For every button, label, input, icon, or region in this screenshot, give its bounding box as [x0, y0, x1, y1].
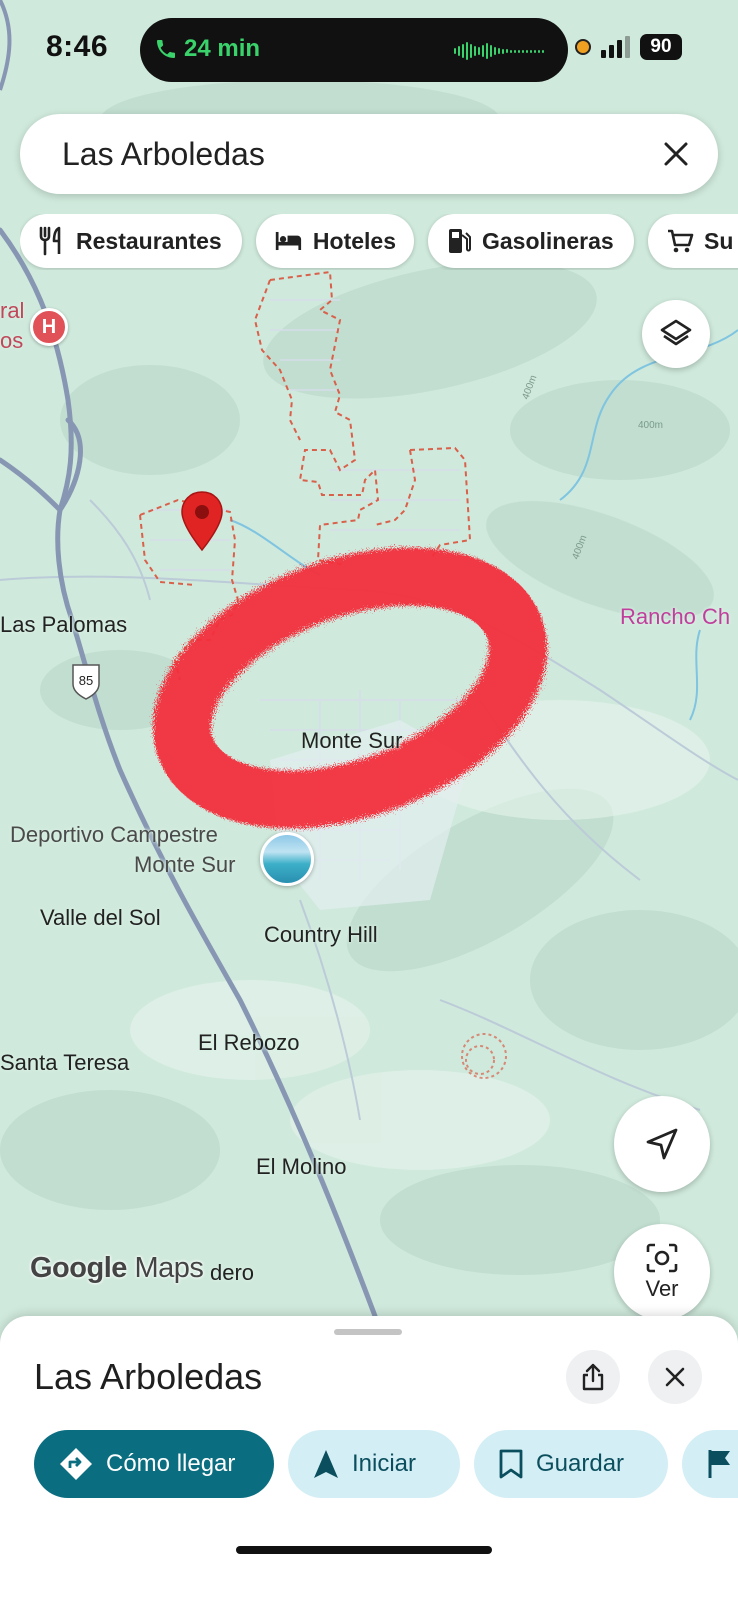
gas-station-icon [449, 229, 471, 253]
directions-label: Cómo llegar [106, 1450, 236, 1477]
place-label-deportivo-line1[interactable]: Deportivo Campestre [10, 822, 218, 848]
status-indicators: 90 [575, 34, 682, 60]
chip-label: Restaurantes [76, 227, 222, 254]
place-label-dero[interactable]: dero [210, 1260, 254, 1286]
place-label-country-hill[interactable]: Country Hill [264, 922, 378, 948]
category-chips: Restaurantes Hoteles Gasolineras Su [20, 214, 738, 270]
lens-camera-icon [646, 1243, 678, 1273]
svg-text:85: 85 [79, 673, 93, 688]
ver-lens-button[interactable]: Ver [614, 1224, 710, 1320]
place-label-rancho[interactable]: Rancho Ch [620, 604, 730, 630]
cellular-signal-icon [601, 36, 630, 58]
search-bar[interactable]: Las Arboledas [20, 114, 718, 194]
save-label: Guardar [536, 1450, 625, 1477]
directions-icon [60, 1448, 92, 1480]
chip-label: Gasolineras [482, 227, 614, 254]
chip-restaurantes[interactable]: Restaurantes [20, 214, 242, 268]
place-bottom-sheet[interactable]: Las Arboledas Cómo llegar Iniciar Guarda… [0, 1316, 738, 1600]
google-maps-logo: Google Maps [30, 1252, 204, 1284]
share-button[interactable] [566, 1350, 620, 1404]
status-time: 8:46 [46, 30, 109, 63]
clear-search-button[interactable] [654, 132, 698, 176]
hospital-label-line2: os [0, 328, 24, 353]
start-button[interactable]: Iniciar [288, 1430, 460, 1498]
hospital-label-line1: ral [0, 298, 25, 323]
start-label: Iniciar [352, 1450, 417, 1477]
hospital-marker[interactable]: H [30, 308, 68, 346]
sheet-drag-handle[interactable] [334, 1329, 402, 1335]
flag-icon [708, 1450, 730, 1478]
search-input[interactable]: Las Arboledas [62, 136, 265, 173]
close-sheet-button[interactable] [648, 1350, 702, 1404]
location-pin[interactable] [180, 490, 224, 552]
place-label-el-rebozo[interactable]: El Rebozo [198, 1030, 300, 1056]
bookmark-icon [499, 1449, 523, 1479]
microphone-in-use-dot [575, 39, 591, 55]
my-location-button[interactable] [614, 1096, 710, 1192]
navigation-start-icon [314, 1450, 338, 1478]
place-label-valle-del-sol[interactable]: Valle del Sol [40, 905, 161, 931]
close-icon [664, 142, 688, 166]
layers-icon [660, 319, 692, 346]
svg-text:400m: 400m [638, 420, 663, 431]
directions-button[interactable]: Cómo llegar [34, 1430, 274, 1498]
call-indicator: 24 min [154, 35, 260, 63]
place-photo-thumbnail[interactable] [260, 832, 314, 886]
place-label-santa-teresa[interactable]: Santa Teresa [0, 1050, 129, 1076]
place-label-deportivo-line2[interactable]: Monte Sur [134, 852, 236, 878]
battery-indicator: 90 [640, 34, 682, 60]
chip-label: Su [704, 227, 734, 254]
save-button[interactable]: Guardar [474, 1430, 668, 1498]
audio-waveform [454, 42, 544, 60]
place-title: Las Arboledas [34, 1356, 263, 1397]
hospital-icon: H [41, 315, 57, 338]
layers-button[interactable] [642, 300, 710, 368]
chip-label: Hoteles [312, 227, 396, 254]
hotel-icon [275, 231, 302, 251]
place-label-el-molino[interactable]: El Molino [256, 1154, 346, 1180]
action-buttons: Cómo llegar Iniciar Guardar [34, 1430, 738, 1498]
home-indicator[interactable] [236, 1546, 492, 1554]
call-duration: 24 min [184, 35, 261, 62]
place-label-monte-sur[interactable]: Monte Sur [301, 728, 403, 754]
chip-hoteles[interactable]: Hoteles [256, 214, 414, 268]
chip-gasolineras[interactable]: Gasolineras [428, 214, 634, 268]
place-label-las-palomas[interactable]: Las Palomas [0, 612, 127, 638]
cart-icon [668, 229, 694, 253]
dynamic-island[interactable]: 24 min [140, 18, 568, 82]
restaurant-icon [39, 226, 61, 256]
ver-label: Ver [645, 1276, 679, 1301]
pin-icon [181, 491, 223, 552]
more-action-button[interactable] [682, 1430, 738, 1498]
navigation-arrow-icon [646, 1128, 678, 1160]
close-icon [665, 1367, 685, 1387]
share-icon [582, 1363, 604, 1391]
chip-supermercados[interactable]: Su [648, 214, 738, 268]
phone-icon [157, 40, 175, 58]
